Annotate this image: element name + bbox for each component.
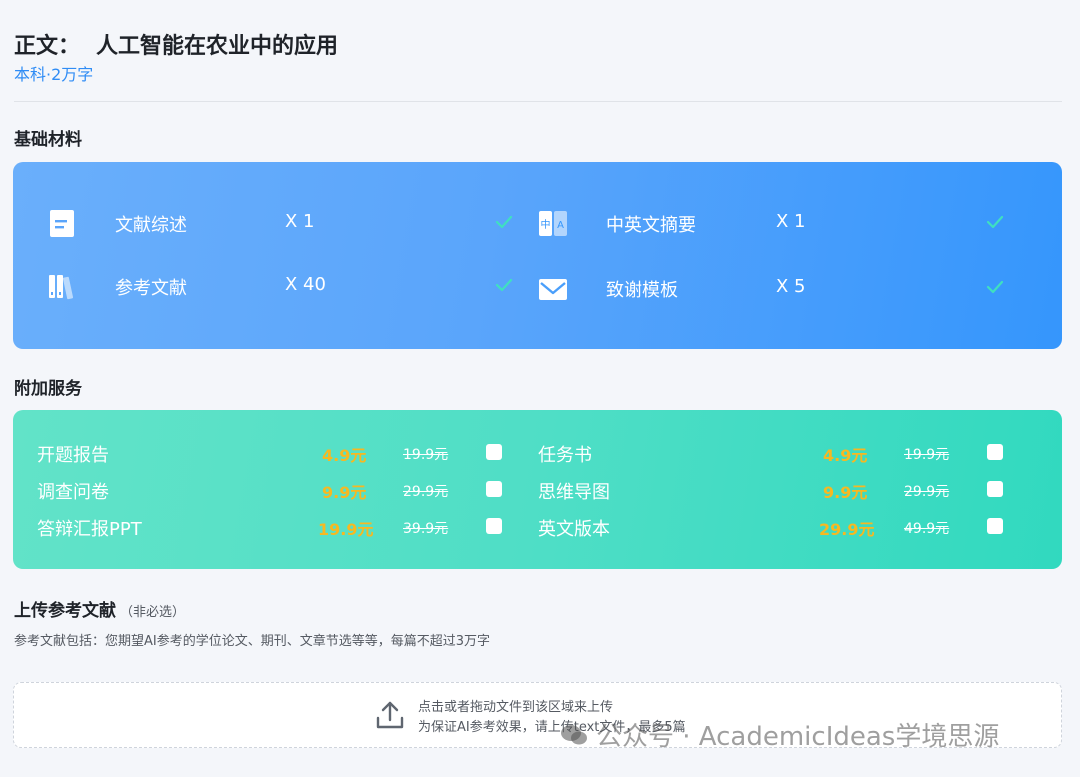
service-name: 调查问卷	[37, 482, 109, 503]
base-item-acknowledgement: 致谢模板 X 5	[538, 270, 1008, 304]
watermark-text: 公众号 · AcademicIdeas学境思源	[596, 722, 1000, 752]
service-checkbox[interactable]	[987, 444, 1003, 460]
document-icon	[50, 210, 74, 237]
base-item-abstract: 中 A 中英文摘要 X 1	[538, 205, 1008, 239]
base-item-name: 致谢模板	[606, 280, 678, 301]
service-checkbox[interactable]	[486, 481, 502, 497]
service-price: 9.9元	[322, 483, 367, 502]
base-item-name: 参考文献	[115, 278, 187, 299]
service-price: 4.9元	[322, 446, 367, 465]
extra-section-label: 附加服务	[14, 379, 82, 399]
base-item-qty: X 1	[285, 211, 315, 232]
service-checkbox[interactable]	[987, 518, 1003, 534]
translate-icon: 中 A	[539, 211, 567, 236]
service-old-price: 19.9元	[904, 447, 950, 463]
upload-optional-tag: （非必选）	[120, 605, 186, 620]
service-price: 9.9元	[823, 483, 868, 502]
envelope-icon	[539, 279, 567, 300]
svg-text:A: A	[557, 220, 564, 231]
page-subtitle: 本科·2万字	[14, 65, 94, 84]
base-item-qty: X 1	[776, 211, 806, 232]
page-title: 正文： 人工智能在农业中的应用	[14, 28, 338, 60]
base-section-label: 基础材料	[14, 130, 82, 150]
order-page: 正文： 人工智能在农业中的应用 本科·2万字 基础材料 文献综述 X 1 中 A	[0, 0, 1080, 777]
watermark: 公众号 · AcademicIdeas学境思源	[560, 716, 999, 753]
service-name: 英文版本	[538, 519, 610, 540]
service-name: 答辩汇报PPT	[37, 519, 142, 540]
base-item-references: 参考文献 X 40	[47, 268, 517, 302]
service-mind-map: 思维导图 9.9元 29.9元	[538, 477, 1018, 503]
service-questionnaire: 调查问卷 9.9元 29.9元	[37, 477, 517, 503]
service-old-price: 29.9元	[403, 484, 449, 500]
service-checkbox[interactable]	[987, 481, 1003, 497]
books-icon	[49, 275, 74, 300]
check-icon	[986, 215, 1004, 229]
check-icon	[495, 215, 513, 229]
wechat-icon	[561, 724, 587, 744]
title-text: 人工智能在农业中的应用	[96, 34, 339, 59]
extra-services-card: 开题报告 4.9元 19.9元 任务书 4.9元 19.9元 调查问卷 9.9元…	[13, 410, 1062, 569]
service-old-price: 39.9元	[403, 521, 449, 537]
upload-title-text: 上传参考文献	[14, 601, 116, 621]
service-price: 19.9元	[318, 520, 374, 539]
check-icon	[986, 280, 1004, 294]
service-defense-ppt: 答辩汇报PPT 19.9元 39.9元	[37, 514, 517, 540]
service-name: 开题报告	[37, 445, 109, 466]
service-task-book: 任务书 4.9元 19.9元	[538, 440, 1018, 466]
upload-description: 参考文献包括：您期望AI参考的学位论文、期刊、文章节选等等，每篇不超过3万字	[14, 634, 490, 649]
service-price: 4.9元	[823, 446, 868, 465]
service-checkbox[interactable]	[486, 518, 502, 534]
header-divider	[14, 101, 1062, 102]
service-opening-report: 开题报告 4.9元 19.9元	[37, 440, 517, 466]
dropzone-hint: 点击或者拖动文件到该区域来上传	[418, 700, 614, 715]
service-name: 任务书	[538, 445, 592, 466]
service-old-price: 49.9元	[904, 521, 950, 537]
service-english-version: 英文版本 29.9元 49.9元	[538, 514, 1018, 540]
upload-section-title: 上传参考文献 （非必选）	[14, 596, 185, 621]
base-item-qty: X 5	[776, 276, 806, 297]
svg-text:中: 中	[541, 218, 551, 231]
base-item-qty: X 40	[285, 274, 326, 295]
service-checkbox[interactable]	[486, 444, 502, 460]
base-item-literature-review: 文献综述 X 1	[47, 205, 517, 239]
service-name: 思维导图	[538, 482, 610, 503]
service-price: 29.9元	[819, 520, 875, 539]
service-old-price: 29.9元	[904, 484, 950, 500]
service-old-price: 19.9元	[403, 447, 449, 463]
base-materials-card: 文献综述 X 1 中 A 中英文摘要 X 1 参考文献 X 40 致谢模板 X …	[13, 162, 1062, 349]
base-item-name: 中英文摘要	[606, 215, 696, 236]
title-label: 正文：	[14, 34, 81, 59]
base-item-name: 文献综述	[115, 215, 187, 236]
check-icon	[495, 278, 513, 292]
upload-icon	[376, 701, 404, 729]
